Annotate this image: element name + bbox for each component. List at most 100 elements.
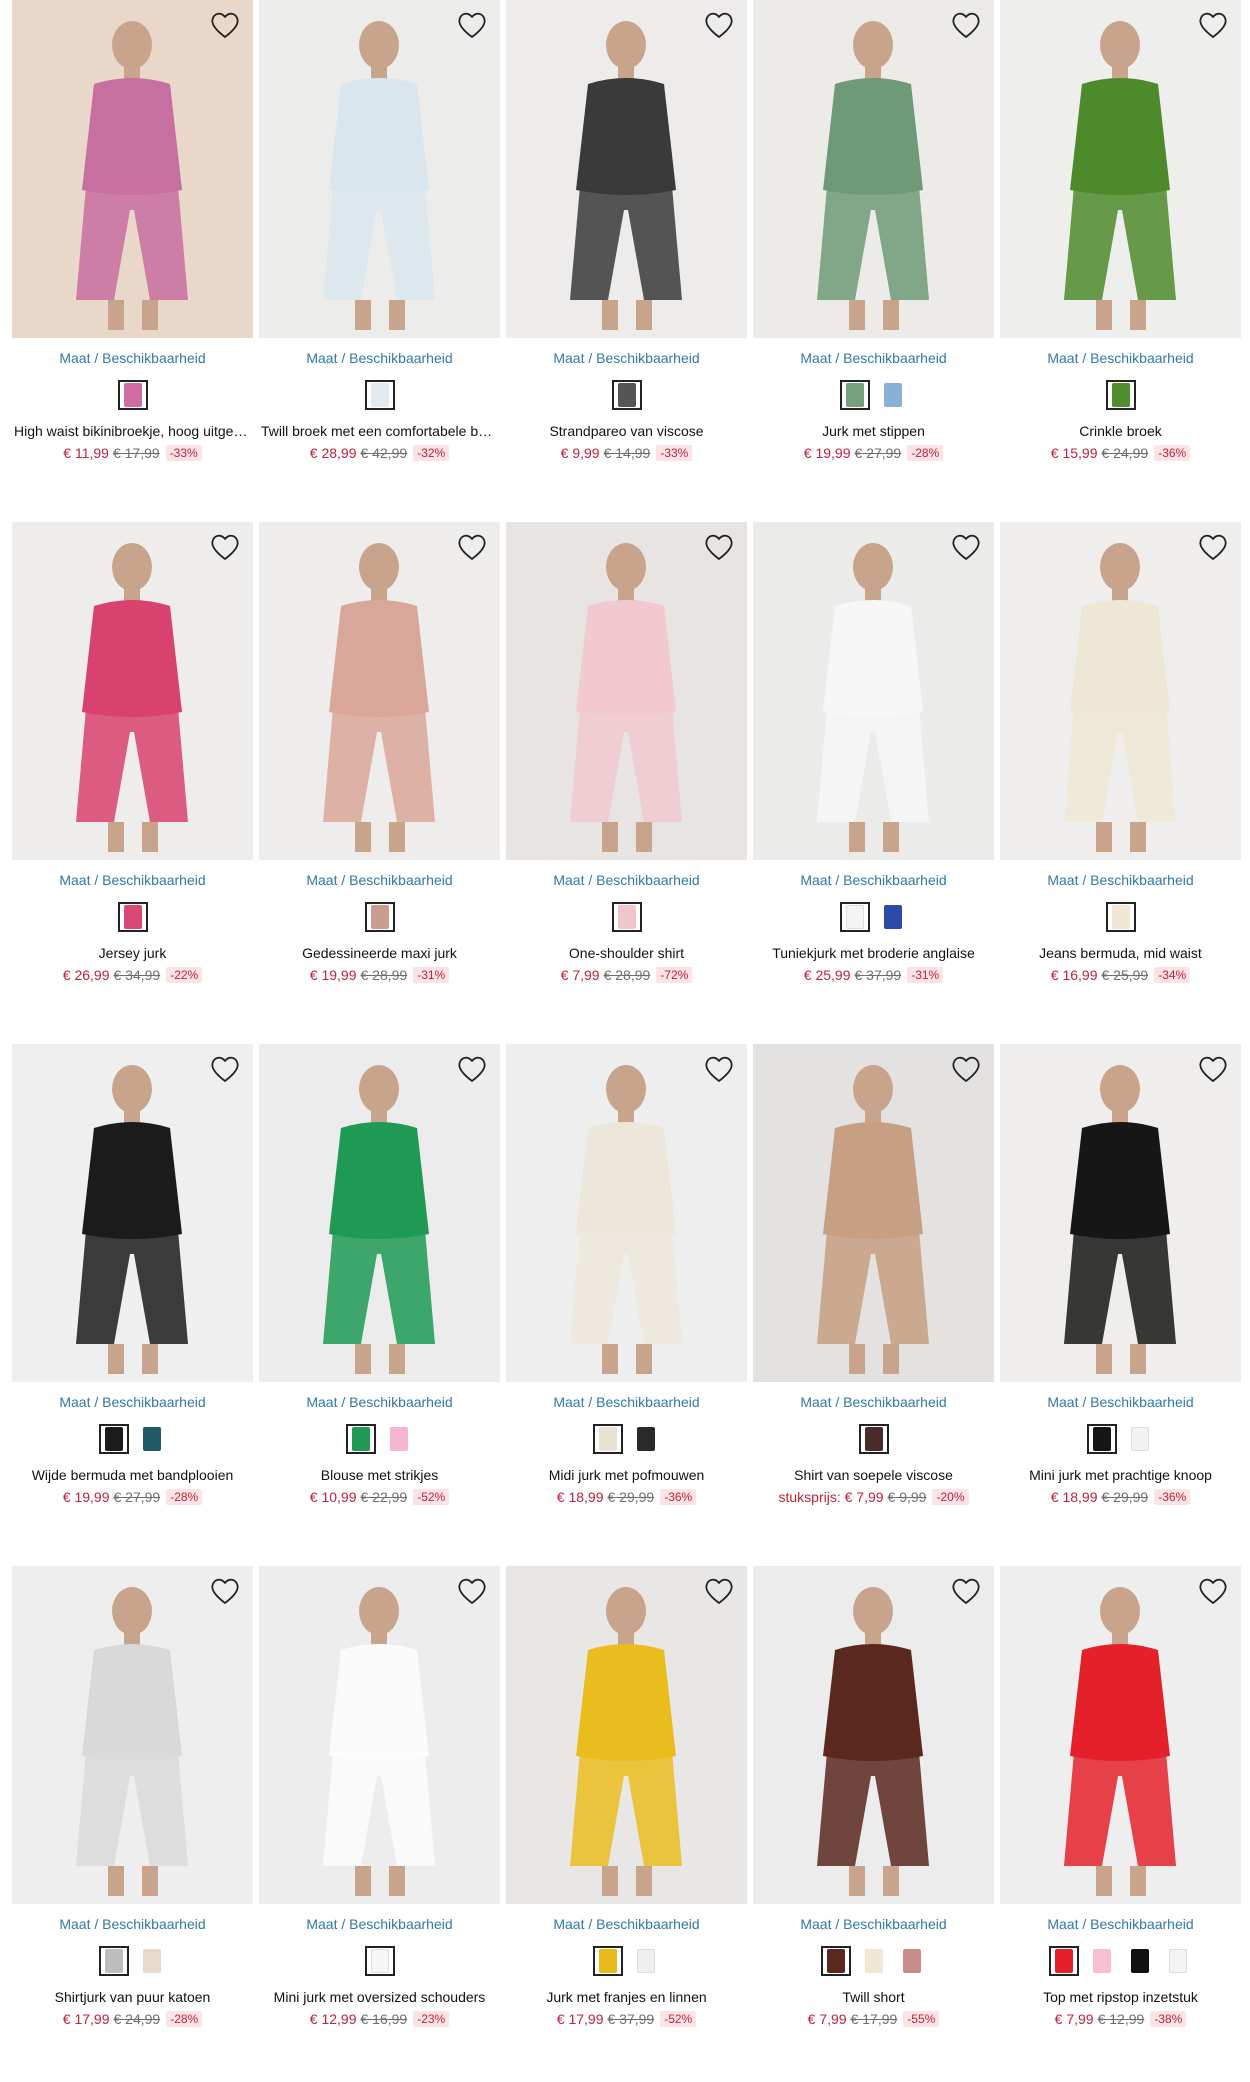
product-title[interactable]: Mini jurk met oversized schouders <box>259 1989 500 2005</box>
product-image[interactable] <box>12 522 253 860</box>
size-availability-link[interactable]: Maat / Beschikbaarheid <box>1000 350 1241 366</box>
product-card[interactable]: Maat / Beschikbaarheid One-shoulder shirt… <box>506 522 747 1002</box>
size-availability-link[interactable]: Maat / Beschikbaarheid <box>1000 872 1241 888</box>
product-title[interactable]: Crinkle broek <box>1000 423 1241 439</box>
color-swatch[interactable] <box>1124 1946 1155 1976</box>
wishlist-heart-icon[interactable] <box>456 1576 488 1606</box>
wishlist-heart-icon[interactable] <box>456 1054 488 1084</box>
wishlist-heart-icon[interactable] <box>703 532 735 562</box>
product-card[interactable]: Maat / Beschikbaarheid Gedessineerde maxi… <box>259 522 500 1002</box>
product-image[interactable] <box>1000 1044 1241 1382</box>
color-swatch[interactable] <box>1124 1424 1155 1454</box>
color-swatch[interactable] <box>611 380 642 410</box>
color-swatch[interactable] <box>630 1946 661 1976</box>
size-availability-link[interactable]: Maat / Beschikbaarheid <box>259 872 500 888</box>
color-swatch[interactable] <box>98 1946 129 1976</box>
product-title[interactable]: One-shoulder shirt <box>506 945 747 961</box>
size-availability-link[interactable]: Maat / Beschikbaarheid <box>259 1394 500 1410</box>
product-card[interactable]: Maat / Beschikbaarheid Mini jurk met prac… <box>1000 1044 1241 1524</box>
product-image[interactable] <box>1000 0 1241 338</box>
product-card[interactable]: Maat / Beschikbaarheid Twill broek met ee… <box>259 0 500 480</box>
color-swatch[interactable] <box>136 1424 167 1454</box>
size-availability-link[interactable]: Maat / Beschikbaarheid <box>506 872 747 888</box>
color-swatch[interactable] <box>630 1424 661 1454</box>
wishlist-heart-icon[interactable] <box>950 10 982 40</box>
color-swatch[interactable] <box>1105 902 1136 932</box>
color-swatch[interactable] <box>592 1946 623 1976</box>
product-title[interactable]: Jeans bermuda, mid waist <box>1000 945 1241 961</box>
wishlist-heart-icon[interactable] <box>1197 1576 1229 1606</box>
product-title[interactable]: Midi jurk met pofmouwen <box>506 1467 747 1483</box>
color-swatch[interactable] <box>896 1946 927 1976</box>
color-swatch[interactable] <box>1048 1946 1079 1976</box>
wishlist-heart-icon[interactable] <box>1197 1054 1229 1084</box>
wishlist-heart-icon[interactable] <box>703 1576 735 1606</box>
product-image[interactable] <box>259 1044 500 1382</box>
size-availability-link[interactable]: Maat / Beschikbaarheid <box>506 350 747 366</box>
product-card[interactable]: Maat / Beschikbaarheid Top met ripstop in… <box>1000 1566 1241 2046</box>
product-card[interactable]: Maat / Beschikbaarheid Wijde bermuda met … <box>12 1044 253 1524</box>
color-swatch[interactable] <box>858 1946 889 1976</box>
product-card[interactable]: Maat / Beschikbaarheid Jurk met stippen € … <box>753 0 994 480</box>
product-card[interactable]: Maat / Beschikbaarheid Strandpareo van vi… <box>506 0 747 480</box>
product-image[interactable] <box>259 0 500 338</box>
product-image[interactable] <box>259 522 500 860</box>
color-swatch[interactable] <box>877 380 908 410</box>
product-title[interactable]: Tuniekjurk met broderie anglaise <box>753 945 994 961</box>
wishlist-heart-icon[interactable] <box>209 1054 241 1084</box>
color-swatch[interactable] <box>820 1946 851 1976</box>
product-card[interactable]: Maat / Beschikbaarheid Jersey jurk € 26,99… <box>12 522 253 1002</box>
wishlist-heart-icon[interactable] <box>703 10 735 40</box>
wishlist-heart-icon[interactable] <box>950 532 982 562</box>
wishlist-heart-icon[interactable] <box>209 10 241 40</box>
wishlist-heart-icon[interactable] <box>703 1054 735 1084</box>
product-image[interactable] <box>1000 522 1241 860</box>
product-image[interactable] <box>1000 1566 1241 1904</box>
product-card[interactable]: Maat / Beschikbaarheid High waist bikinib… <box>12 0 253 480</box>
product-title[interactable]: Strandpareo van viscose <box>506 423 747 439</box>
product-image[interactable] <box>506 1566 747 1904</box>
size-availability-link[interactable]: Maat / Beschikbaarheid <box>506 1916 747 1932</box>
product-title[interactable]: Twill broek met een comfortabele band <box>259 423 500 439</box>
product-title[interactable]: High waist bikinibroekje, hoog uitgesned… <box>12 423 253 439</box>
size-availability-link[interactable]: Maat / Beschikbaarheid <box>753 1394 994 1410</box>
wishlist-heart-icon[interactable] <box>209 532 241 562</box>
color-swatch[interactable] <box>858 1424 889 1454</box>
product-title[interactable]: Jurk met franjes en linnen <box>506 1989 747 2005</box>
product-image[interactable] <box>506 522 747 860</box>
wishlist-heart-icon[interactable] <box>456 10 488 40</box>
product-card[interactable]: Maat / Beschikbaarheid Blouse met strikje… <box>259 1044 500 1524</box>
color-swatch[interactable] <box>877 902 908 932</box>
product-image[interactable] <box>12 1566 253 1904</box>
product-image[interactable] <box>259 1566 500 1904</box>
size-availability-link[interactable]: Maat / Beschikbaarheid <box>1000 1394 1241 1410</box>
product-image[interactable] <box>12 1044 253 1382</box>
size-availability-link[interactable]: Maat / Beschikbaarheid <box>12 872 253 888</box>
product-image[interactable] <box>12 0 253 338</box>
color-swatch[interactable] <box>345 1424 376 1454</box>
product-image[interactable] <box>753 1566 994 1904</box>
product-image[interactable] <box>506 1044 747 1382</box>
color-swatch[interactable] <box>117 380 148 410</box>
wishlist-heart-icon[interactable] <box>950 1576 982 1606</box>
wishlist-heart-icon[interactable] <box>1197 10 1229 40</box>
color-swatch[interactable] <box>98 1424 129 1454</box>
color-swatch[interactable] <box>611 902 642 932</box>
size-availability-link[interactable]: Maat / Beschikbaarheid <box>259 350 500 366</box>
color-swatch[interactable] <box>592 1424 623 1454</box>
size-availability-link[interactable]: Maat / Beschikbaarheid <box>12 1394 253 1410</box>
size-availability-link[interactable]: Maat / Beschikbaarheid <box>1000 1916 1241 1932</box>
product-image[interactable] <box>753 0 994 338</box>
size-availability-link[interactable]: Maat / Beschikbaarheid <box>506 1394 747 1410</box>
color-swatch[interactable] <box>839 380 870 410</box>
color-swatch[interactable] <box>136 1946 167 1976</box>
color-swatch[interactable] <box>383 1424 414 1454</box>
product-card[interactable]: Maat / Beschikbaarheid Tuniekjurk met bro… <box>753 522 994 1002</box>
wishlist-heart-icon[interactable] <box>209 1576 241 1606</box>
color-swatch[interactable] <box>364 902 395 932</box>
product-title[interactable]: Blouse met strikjes <box>259 1467 500 1483</box>
product-image[interactable] <box>506 0 747 338</box>
product-title[interactable]: Shirt van soepele viscose <box>753 1467 994 1483</box>
size-availability-link[interactable]: Maat / Beschikbaarheid <box>259 1916 500 1932</box>
color-swatch[interactable] <box>117 902 148 932</box>
